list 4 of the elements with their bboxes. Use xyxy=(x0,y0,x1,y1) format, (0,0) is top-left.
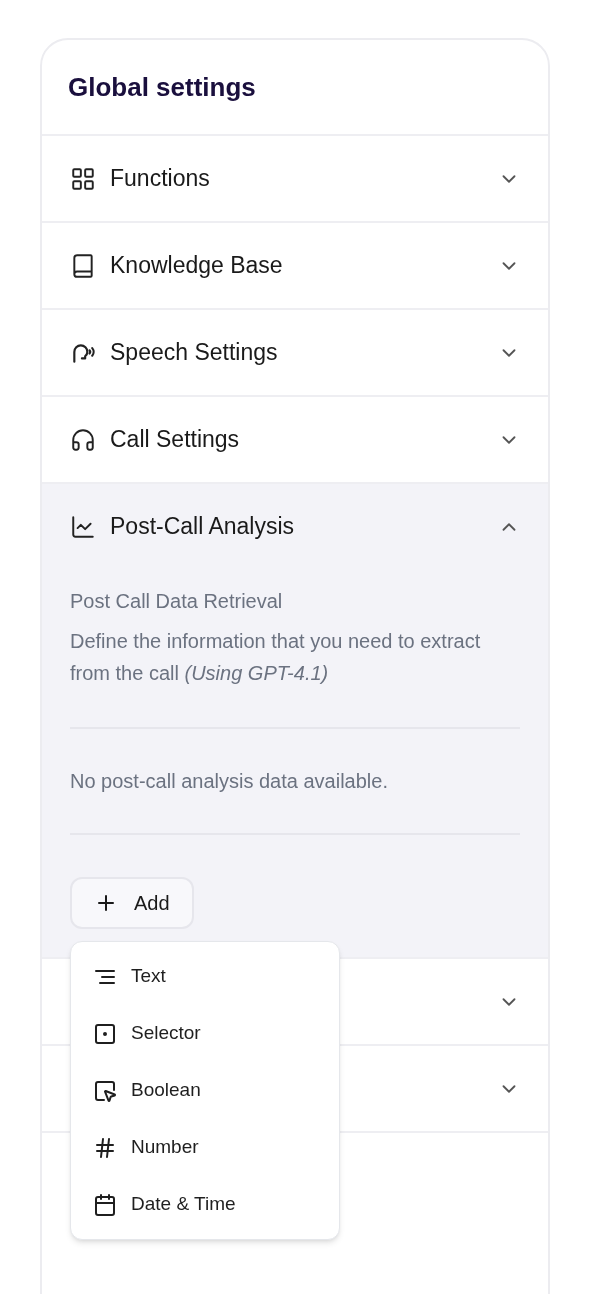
section-description: Define the information that you need to extract from the call (Using GPT-4.1) xyxy=(70,629,482,686)
panel-title: Global settings xyxy=(68,70,256,104)
section-heading: Post Call Data Retrieval xyxy=(70,589,284,614)
empty-message: No post-call analysis data available. xyxy=(70,771,389,791)
